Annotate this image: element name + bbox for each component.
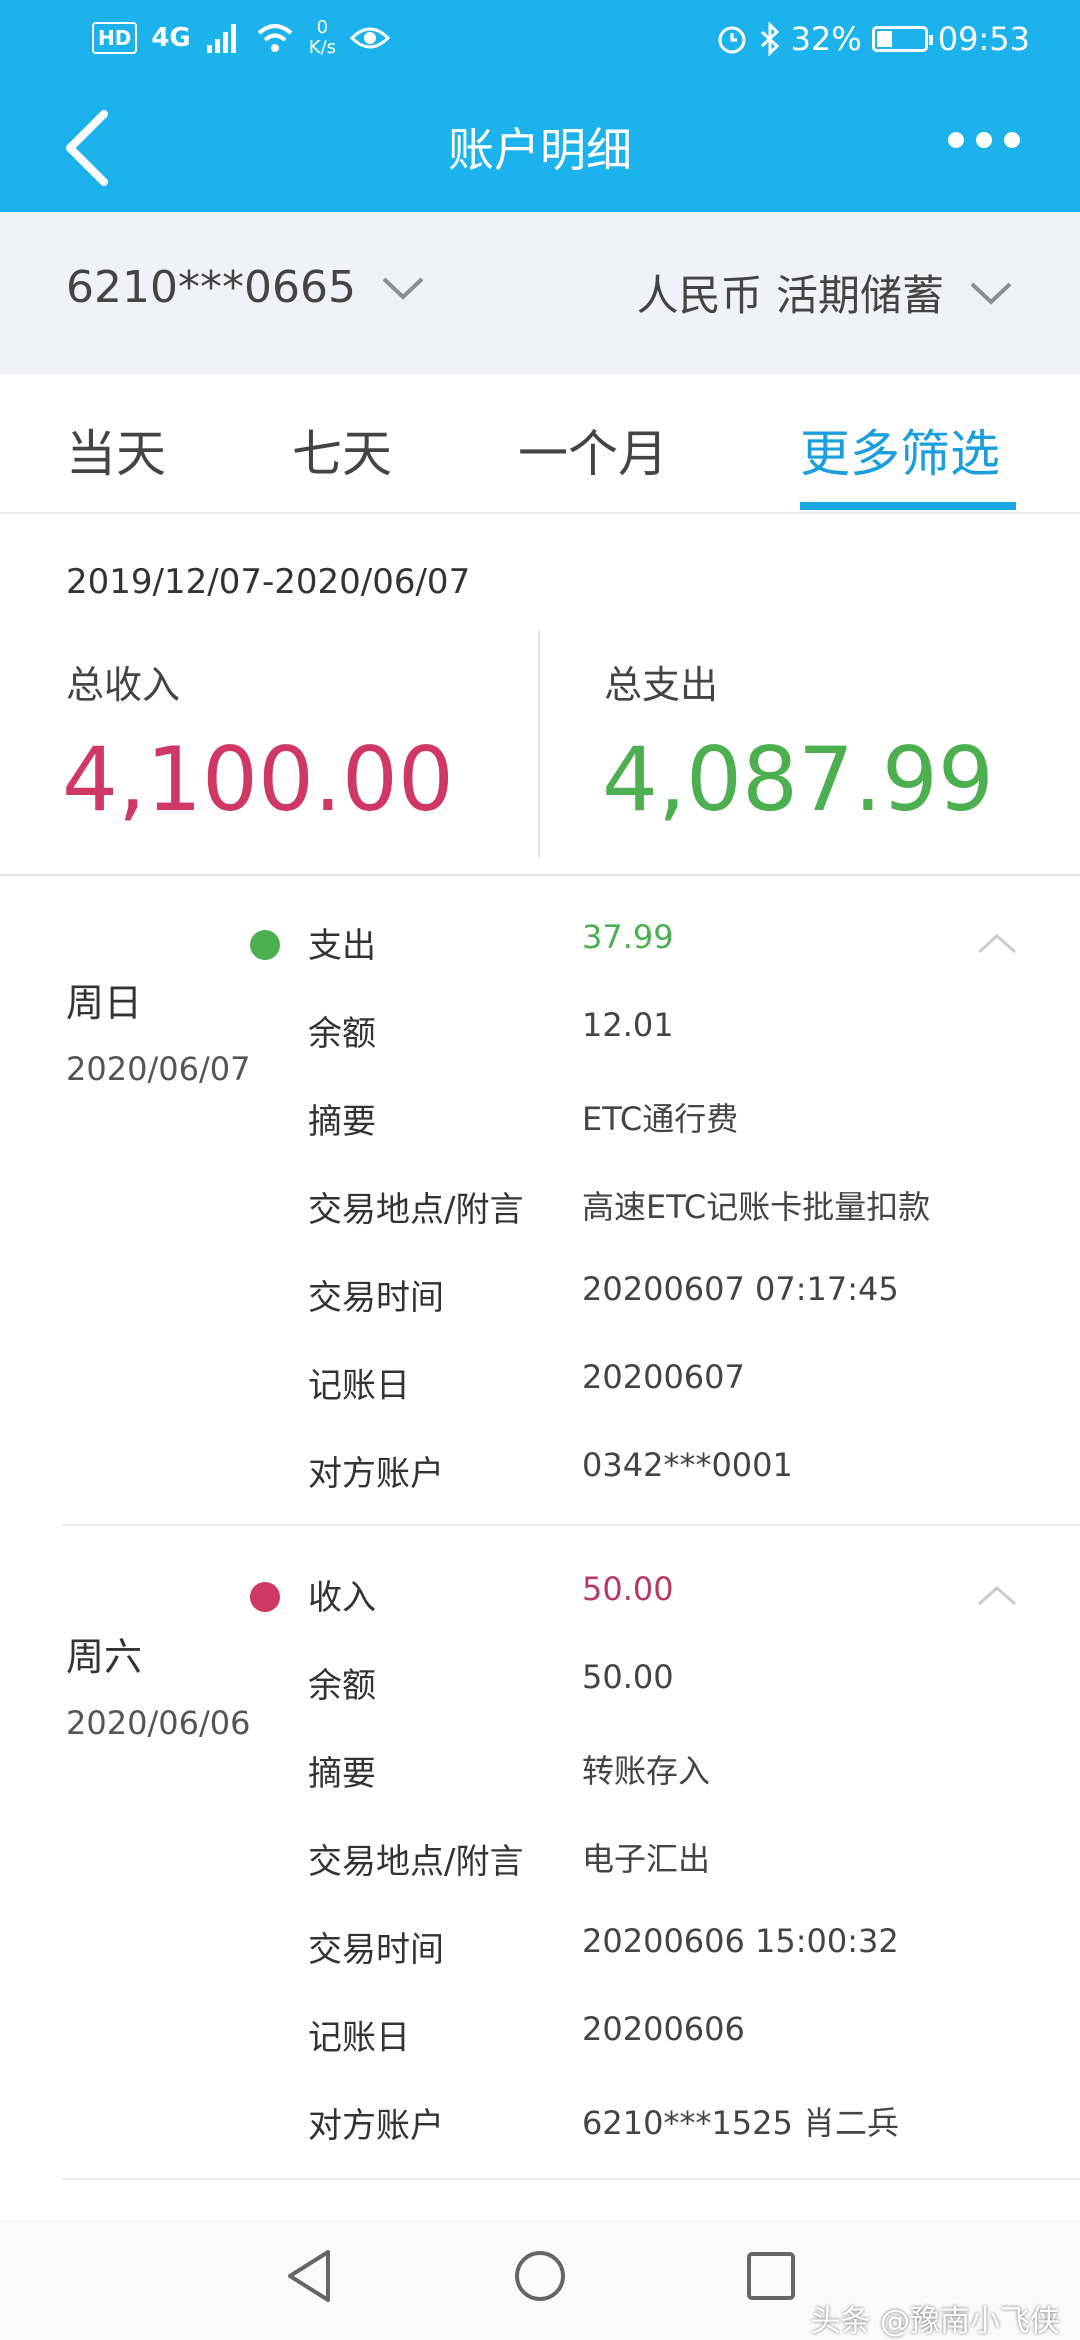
detail-value: 转账存入 [582, 1752, 711, 1790]
bluetooth-icon [760, 22, 779, 56]
status-bar: HD 4G 0 K/s 32% 09:53 [0, 0, 1080, 84]
battery-percent: 32% [790, 20, 862, 58]
summary-panel: 2019/12/07-2020/06/07 总收入 4,100.00 总支出 4… [0, 514, 1080, 876]
total-expense-label: 总支出 [604, 663, 719, 707]
watermark: 头条 @豫南小飞侠 [810, 2304, 1060, 2339]
dot [1004, 132, 1020, 148]
detail-row: 交易地点/附言 电子汇出 [308, 1834, 1028, 1884]
eye-icon [350, 27, 391, 49]
total-income-label: 总收入 [66, 663, 181, 707]
detail-row: 余额 50.00 [308, 1658, 1028, 1708]
title-bar: 账户明细 [0, 84, 1080, 212]
collapse-arrow-icon[interactable] [976, 930, 1018, 956]
network-speed: 0 K/s [309, 18, 336, 58]
detail-label: 摘要 [308, 1754, 376, 1794]
detail-value: 20200606 15:00:32 [582, 1922, 899, 1960]
currency-type: 人民币 活期储蓄 [636, 271, 944, 320]
detail-row: 记账日 20200606 [308, 2010, 1028, 2060]
dot [976, 132, 992, 148]
page-title: 账户明细 [448, 123, 632, 177]
more-dots-icon[interactable] [948, 132, 1020, 152]
transaction-weekday: 周日 [66, 981, 143, 1025]
signal-bars-icon [206, 24, 236, 53]
transaction-type-row: 支出 37.99 [308, 918, 1028, 968]
detail-row: 交易地点/附言 高速ETC记账卡批量扣款 [308, 1182, 1028, 1232]
expense-dot-icon [250, 930, 280, 960]
detail-row: 交易时间 20200606 15:00:32 [308, 1922, 1028, 1972]
detail-label: 交易时间 [308, 1278, 444, 1318]
detail-value: 20200607 07:17:45 [582, 1270, 899, 1308]
detail-value: 20200607 [582, 1358, 745, 1396]
detail-label: 摘要 [308, 1102, 376, 1142]
date-range: 2019/12/07-2020/06/07 [66, 562, 471, 602]
row-separator [62, 2178, 1080, 2180]
detail-value: 12.01 [582, 1006, 674, 1044]
detail-label: 交易时间 [308, 1930, 444, 1970]
detail-value: 50.00 [582, 1658, 674, 1696]
detail-label: 对方账户 [308, 1454, 444, 1494]
collapse-arrow-icon[interactable] [976, 1582, 1018, 1608]
transaction-weekday: 周六 [66, 1635, 143, 1679]
total-income-value: 4,100.00 [62, 728, 454, 831]
amount-value: 50.00 [582, 1570, 674, 1608]
nav-back-icon[interactable] [282, 2246, 336, 2306]
detail-row: 对方账户 6210***1525 肖二兵 [308, 2098, 1028, 2148]
detail-label: 对方账户 [308, 2106, 444, 2146]
detail-label: 交易地点/附言 [308, 1190, 524, 1230]
alarm-icon [718, 26, 746, 54]
tab-seven-days[interactable]: 七天 [292, 414, 392, 486]
transaction-item[interactable]: 周日 2020/06/07 支出 37.99 余额 12.01 摘要 ETC通行… [0, 876, 1080, 1526]
detail-row: 摘要 ETC通行费 [308, 1094, 1028, 1144]
battery-fill [876, 31, 892, 47]
chevron-down-icon [970, 282, 1012, 305]
clock: 09:53 [937, 20, 1030, 58]
battery-icon [871, 26, 933, 52]
transaction-item[interactable]: 周六 2020/06/06 收入 50.00 余额 50.00 摘要 转账存入 … [0, 1526, 1080, 2180]
detail-row: 余额 12.01 [308, 1006, 1028, 1056]
wifi-icon [257, 24, 293, 52]
detail-value: 6210***1525 肖二兵 [582, 2104, 900, 2142]
tab-today[interactable]: 当天 [66, 414, 166, 486]
detail-label: 余额 [308, 1014, 376, 1054]
detail-value: 0342***0001 [582, 1446, 793, 1484]
chevron-down-icon [382, 277, 424, 300]
detail-value: 20200606 [582, 2010, 745, 2048]
type-label: 支出 [308, 926, 376, 966]
detail-row: 记账日 20200607 [308, 1358, 1028, 1408]
nav-home-icon[interactable] [512, 2246, 568, 2306]
detail-value: ETC通行费 [582, 1100, 739, 1138]
nav-recent-icon[interactable] [744, 2246, 798, 2306]
amount-value: 37.99 [582, 918, 674, 956]
detail-row: 摘要 转账存入 [308, 1746, 1028, 1796]
speed-value: 0 [316, 17, 329, 38]
account-selector[interactable]: 6210***0665 [66, 262, 426, 313]
transaction-date: 2020/06/06 [66, 1704, 251, 1742]
detail-row: 交易时间 20200607 07:17:45 [308, 1270, 1028, 1320]
type-label: 收入 [308, 1578, 376, 1618]
detail-label: 交易地点/附言 [308, 1842, 524, 1882]
detail-label: 记账日 [308, 2018, 410, 2058]
detail-label: 余额 [308, 1666, 376, 1706]
hd-icon: HD [92, 22, 138, 54]
income-dot-icon [250, 1582, 280, 1612]
account-number: 6210***0665 [66, 262, 356, 313]
currency-selector[interactable]: 人民币 活期储蓄 [637, 262, 1014, 323]
summary-divider [538, 630, 540, 858]
signal-label: 4G [151, 23, 191, 53]
tab-more-filters[interactable]: 更多筛选 [800, 414, 1000, 486]
active-tab-indicator [800, 502, 1016, 510]
speed-unit: K/s [308, 37, 337, 58]
tab-one-month[interactable]: 一个月 [518, 414, 668, 486]
detail-label: 记账日 [308, 1366, 410, 1406]
detail-value: 电子汇出 [582, 1840, 711, 1878]
total-expense-value: 4,087.99 [602, 728, 994, 831]
transaction-date: 2020/06/07 [66, 1050, 251, 1088]
period-tabs: 当天 七天 一个月 更多筛选 [0, 374, 1080, 514]
detail-row: 对方账户 0342***0001 [308, 1446, 1028, 1496]
dot [948, 132, 964, 148]
transaction-type-row: 收入 50.00 [308, 1570, 1028, 1620]
account-selector-bar: 6210***0665 人民币 活期储蓄 [0, 212, 1080, 374]
detail-value: 高速ETC记账卡批量扣款 [582, 1188, 931, 1226]
